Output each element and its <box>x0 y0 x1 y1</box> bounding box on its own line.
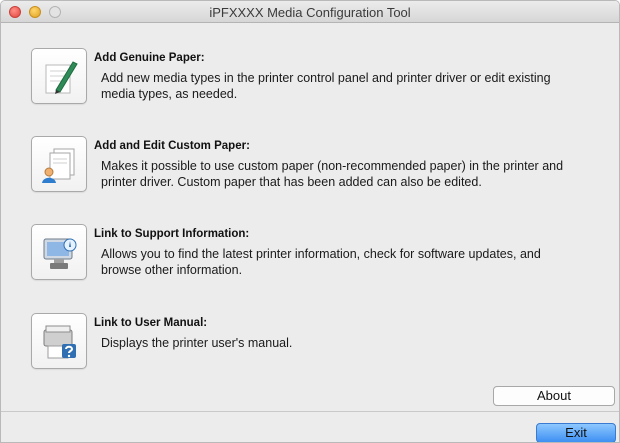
support-information-title: Link to Support Information: <box>94 228 250 240</box>
add-genuine-paper-description: Add new media types in the printer contr… <box>101 71 551 101</box>
options-panel: Add Genuine Paper: Add new media types i… <box>1 24 619 409</box>
about-button[interactable]: About <box>493 386 615 406</box>
paper-edit-icon <box>45 61 78 94</box>
custom-paper-user-icon <box>42 148 75 183</box>
media-configuration-window: iPFXXXX Media Configuration Tool Add Gen… <box>0 0 620 443</box>
add-edit-custom-paper-description: Makes it possible to use custom paper (n… <box>101 159 564 189</box>
add-genuine-paper-button[interactable] <box>31 48 87 104</box>
support-computer-icon <box>43 238 77 269</box>
footer-divider <box>1 411 619 412</box>
user-manual-title: Link to User Manual: <box>94 317 208 329</box>
add-edit-custom-paper-title: Add and Edit Custom Paper: <box>94 140 250 152</box>
add-genuine-paper-title: Add Genuine Paper: <box>94 52 205 64</box>
user-manual-button[interactable] <box>31 313 87 369</box>
support-information-description: Allows you to find the latest printer in… <box>101 247 541 277</box>
user-manual-help-icon <box>43 325 76 359</box>
user-manual-description: Displays the printer user's manual. <box>101 336 293 350</box>
title-bar: iPFXXXX Media Configuration Tool <box>1 1 619 23</box>
add-edit-custom-paper-button[interactable] <box>31 136 87 192</box>
exit-button[interactable]: Exit <box>536 423 616 442</box>
support-information-button[interactable] <box>31 224 87 280</box>
window-title: iPFXXXX Media Configuration Tool <box>209 5 411 20</box>
